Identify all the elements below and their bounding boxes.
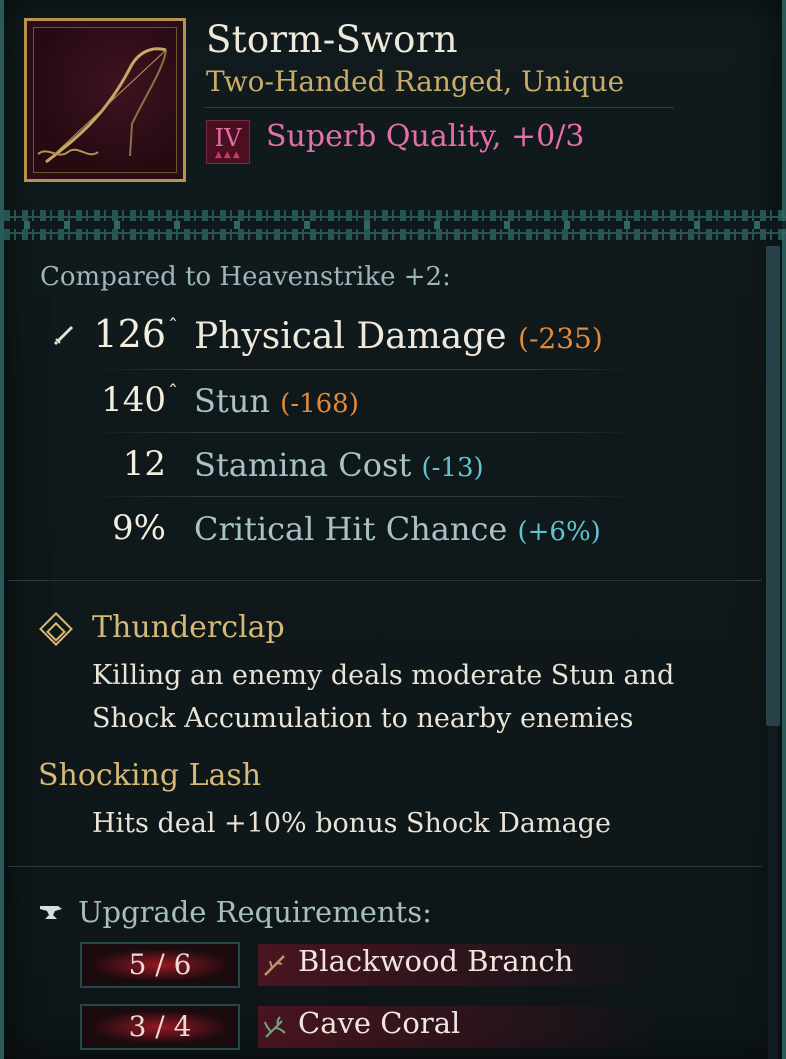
item-name: Storm-Sworn (206, 18, 458, 61)
perk-title: Shocking Lash (38, 758, 262, 793)
stat-row: 9% Critical Hit Chance (+6%) (4, 508, 764, 558)
quality-tier: IV (214, 124, 242, 152)
perk-description-line: Shock Accumulation to nearby enemies (92, 703, 634, 734)
scrollbar-thumb[interactable] (766, 246, 780, 726)
branch-icon (264, 955, 285, 976)
requirement-count: 3 / 4 (80, 1004, 240, 1050)
stat-diff: (-13) (421, 453, 484, 483)
anvil-icon (40, 906, 62, 919)
stat-diff: (+6%) (517, 517, 601, 547)
perk-description-line: Hits deal +10% bonus Shock Damage (92, 808, 611, 839)
stat-up-caret: ˆ (168, 314, 178, 338)
stat-value: 9% (112, 508, 166, 548)
stat-name: Physical Damage (-235) (194, 316, 603, 357)
stat-name: Stun (-168) (194, 382, 359, 420)
quality-tier-badge: IV ▲▲▲ (206, 120, 250, 164)
stat-name: Critical Hit Chance (+6%) (194, 510, 601, 548)
upgrade-requirements-title: Upgrade Requirements: (78, 895, 432, 929)
stat-up-caret: ˆ (168, 380, 178, 404)
stat-label: Physical Damage (194, 316, 507, 357)
stat-label: Critical Hit Chance (194, 510, 508, 548)
stat-label: Stun (194, 382, 270, 420)
comparison-label: Compared to Heavenstrike +2: (40, 262, 451, 292)
requirement-count: 5 / 6 (80, 942, 240, 988)
bow-icon (33, 27, 177, 173)
quality-pips: ▲▲▲ (215, 150, 242, 160)
row-divider (84, 432, 644, 433)
diamond-icon (39, 612, 73, 646)
scrollbar-track[interactable] (768, 726, 778, 1059)
perk-description: Killing an enemy deals moderate Stun and… (92, 654, 674, 740)
stat-row: 126 ˆ Physical Damage (-235) (4, 312, 764, 362)
stat-value: 12 (122, 444, 166, 484)
quality-text: Superb Quality, +0/3 (266, 119, 585, 154)
item-tooltip: Storm-Sworn Two-Handed Ranged, Unique IV… (0, 0, 786, 1059)
stat-value: 126 (93, 312, 166, 356)
stat-row: 140 ˆ Stun (-168) (4, 380, 764, 430)
stat-row: 12 Stamina Cost (-13) (4, 444, 764, 494)
requirement-row: 3 / 4 Cave Coral (80, 1004, 660, 1050)
section-divider (8, 580, 762, 581)
stat-diff: (-235) (518, 322, 603, 355)
perk-description: Hits deal +10% bonus Shock Damage (92, 802, 611, 845)
stat-value: 140 (101, 380, 166, 420)
section-divider (8, 866, 762, 867)
requirement-name: Blackwood Branch (298, 944, 574, 978)
perk-description-line: Killing an enemy deals moderate Stun and (92, 660, 675, 691)
stat-label: Stamina Cost (194, 446, 412, 484)
stat-name: Stamina Cost (-13) (194, 446, 484, 484)
row-divider (84, 496, 644, 497)
perk-title: Thunderclap (92, 610, 285, 645)
coral-icon (264, 1016, 286, 1038)
requirement-name: Cave Coral (298, 1006, 461, 1040)
ornament-divider (4, 210, 786, 240)
stat-diff: (-168) (280, 389, 359, 419)
item-portrait (24, 18, 186, 182)
requirement-row: 5 / 6 Blackwood Branch (80, 942, 660, 988)
item-type: Two-Handed Ranged, Unique (206, 65, 625, 98)
row-divider (84, 369, 644, 370)
header-divider (204, 107, 674, 108)
